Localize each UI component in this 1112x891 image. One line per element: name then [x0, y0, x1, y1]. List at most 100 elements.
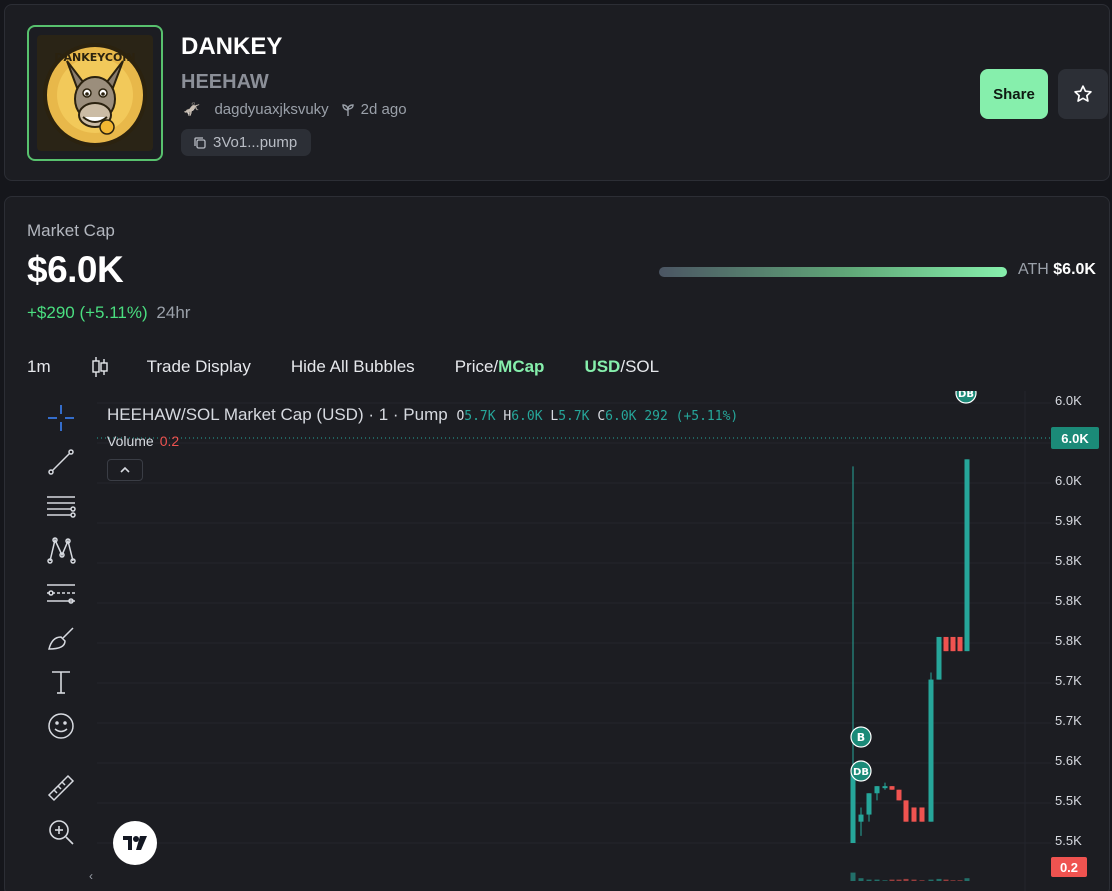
volume-bar [943, 879, 949, 881]
pattern-icon [47, 537, 76, 564]
candle-body [850, 771, 856, 843]
forecast-icon [47, 584, 75, 604]
change-period: 24hr [156, 303, 191, 322]
volume-bar [896, 879, 902, 881]
share-button[interactable]: Share [980, 69, 1048, 119]
token-ticker: HEEHAW [181, 71, 269, 93]
volume-bar [950, 880, 956, 881]
market-cap-label: Market Cap [27, 221, 115, 240]
zoom-in-tool[interactable] [41, 815, 81, 849]
ath-label: ATH [1018, 261, 1049, 278]
forecast-tool[interactable] [41, 577, 81, 611]
last-price-label: 6.0K [1051, 427, 1099, 449]
price-tick-label: 5.9K [1055, 513, 1082, 528]
candle-body [896, 789, 902, 801]
ath-indicator: ATH $6.0K [1018, 261, 1096, 279]
change-value: 292 (+5.11%) [644, 409, 739, 424]
close-value: 6.0K [605, 409, 637, 424]
zoom-in-icon [49, 820, 74, 845]
usd-sol-toggle[interactable]: USD/SOL [584, 357, 659, 377]
candle-body [950, 636, 956, 652]
volume-bar [919, 880, 925, 881]
candle-body [936, 636, 942, 680]
volume-legend: Volume 0.2 [107, 433, 179, 449]
market-card: Market Cap $6.0K +$290 (+5.11%) 24hr ATH… [4, 196, 1110, 891]
emoji-tool[interactable] [41, 709, 81, 743]
trade-bubble-label: DB [958, 391, 974, 400]
candle-body [964, 459, 970, 652]
crosshair-tool[interactable] [41, 401, 81, 435]
market-cap-change: +$290 (+5.11%) 24hr [27, 303, 190, 323]
interval-selector[interactable]: 1m [27, 357, 51, 377]
market-cap-value: $6.0K [27, 249, 124, 290]
volume-bar [850, 872, 856, 881]
candle-body [889, 786, 895, 790]
candles-icon[interactable] [91, 356, 109, 378]
low-value: 5.7K [558, 409, 590, 424]
volume-bar [964, 878, 970, 881]
price-chart[interactable]: DB B DB HEEHAW/SOL Market Cap (USD) · 1 … [5, 391, 1111, 891]
token-header-card: DANKEYCOIN DANKEY HEEHAW 🫏 dagdyuaxjksvu… [4, 4, 1110, 181]
volume-bar [928, 879, 934, 881]
price-tick-label: 5.8K [1055, 633, 1082, 648]
star-icon [1074, 85, 1092, 102]
price-option: Price/ [454, 357, 499, 376]
last-volume-label: 0.2 [1051, 857, 1087, 877]
price-tick-label: 6.0K [1055, 393, 1082, 408]
pattern-tool[interactable] [41, 533, 81, 567]
volume-bar [936, 878, 942, 881]
candle-body [882, 786, 888, 789]
fib-tool[interactable] [41, 489, 81, 523]
price-tick-label: 5.8K [1055, 553, 1082, 568]
price-tick-label: 5.8K [1055, 593, 1082, 608]
copy-icon [193, 136, 207, 150]
open-value: 5.7K [464, 409, 496, 424]
chart-legend: HEEHAW/SOL Market Cap (USD) · 1 · Pump O… [107, 405, 738, 425]
mcap-option: MCap [498, 357, 545, 376]
ath-progress-bar [659, 267, 1007, 277]
creator-name[interactable]: dagdyuaxjksvuky [214, 101, 328, 118]
trade-display-button[interactable]: Trade Display [147, 357, 251, 377]
ruler-tool[interactable] [41, 771, 81, 805]
collapse-legend-button[interactable] [107, 459, 143, 481]
candle-body [866, 793, 872, 815]
tradingview-logo[interactable] [113, 821, 157, 865]
price-tick-label: 5.7K [1055, 713, 1082, 728]
fib-icon [47, 496, 76, 518]
brush-tool[interactable] [41, 621, 81, 655]
candle-body [903, 800, 909, 822]
chart-canvas[interactable]: DB B DB [5, 391, 1051, 891]
change-value: +$290 (+5.11%) [27, 303, 148, 322]
token-avatar[interactable]: DANKEYCOIN [27, 25, 163, 161]
chart-toolbar: 1m Trade Display Hide All Bubbles Price/… [27, 355, 699, 379]
favorite-button[interactable] [1058, 69, 1108, 119]
price-mcap-toggle[interactable]: Price/MCap [455, 357, 545, 377]
sol-option: /SOL [620, 357, 660, 376]
contract-address: 3Vo1...pump [213, 134, 298, 151]
tradingview-icon [123, 836, 147, 850]
volume-bar [882, 880, 888, 881]
candle-body [943, 636, 949, 652]
trade-bubble-label: DB [853, 767, 869, 778]
scroll-left-icon[interactable]: ‹ [89, 869, 93, 883]
candle-body [957, 636, 963, 652]
token-meta: 🫏 dagdyuaxjksvuky 2d ago [183, 101, 407, 118]
emoji-icon [48, 713, 74, 739]
hide-bubbles-button[interactable]: Hide All Bubbles [291, 357, 415, 377]
candle-body [874, 786, 880, 794]
price-tick-label: 5.6K [1055, 753, 1082, 768]
trade-bubble-label: B [857, 731, 865, 744]
price-scale[interactable]: 5.5K 5.5K 5.6K 5.7K 5.7K 5.8K 5.8K 5.8K 5.9K 6.0K… [1051, 391, 1111, 891]
candle-body [858, 814, 864, 822]
high-value: 6.0K [511, 409, 543, 424]
chevron-up-icon [120, 466, 130, 473]
contract-address-copy[interactable]: 3Vo1...pump [181, 129, 312, 156]
volume-label: Volume [107, 433, 154, 449]
crosshair-icon [48, 405, 74, 431]
text-tool[interactable] [41, 665, 81, 699]
candle-body [928, 679, 934, 822]
volume-bar [957, 880, 963, 881]
candle-body [919, 807, 925, 822]
trend-line-tool[interactable] [41, 445, 81, 479]
volume-bar [903, 878, 909, 881]
